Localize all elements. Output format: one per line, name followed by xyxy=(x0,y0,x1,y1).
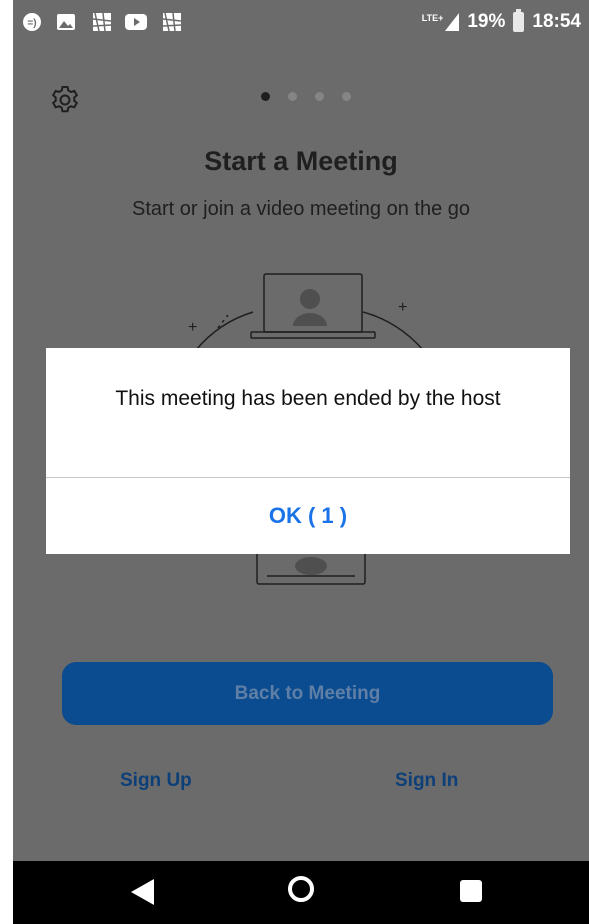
recents-square-icon[interactable] xyxy=(460,880,482,902)
back-triangle-icon[interactable] xyxy=(131,879,154,905)
signal-icon: LTE+ xyxy=(422,13,460,31)
meeting-ended-dialog: This meeting has been ended by the host … xyxy=(46,348,570,554)
gear-icon[interactable] xyxy=(49,84,81,116)
image-icon xyxy=(55,12,77,32)
sign-up-link[interactable]: Sign Up xyxy=(120,770,192,792)
chat-bubble-icon: =) xyxy=(21,12,43,32)
carousel-dot-3[interactable] xyxy=(315,92,324,101)
page-subtitle: Start or join a video meeting on the go xyxy=(132,198,470,220)
svg-text:+: + xyxy=(188,319,197,336)
sign-in-link[interactable]: Sign In xyxy=(395,770,458,792)
phone-screen: =) LTE+ 19% 18:54 Start a Meeting Start … xyxy=(13,0,589,924)
youtube-icon xyxy=(125,12,147,32)
app-icon xyxy=(161,12,183,32)
network-type: LTE+ xyxy=(421,13,444,23)
ok-button[interactable]: OK ( 1 ) xyxy=(46,478,570,554)
app-icon xyxy=(91,12,113,32)
home-circle-icon[interactable] xyxy=(288,876,314,902)
svg-text:=): =) xyxy=(27,18,36,29)
carousel-dot-2[interactable] xyxy=(288,92,297,101)
status-bar: =) LTE+ 19% 18:54 xyxy=(13,0,589,46)
battery-percent: 19% xyxy=(467,11,506,32)
carousel-dot-4[interactable] xyxy=(342,92,351,101)
svg-text:+: + xyxy=(398,299,407,316)
page-title: Start a Meeting xyxy=(204,146,398,176)
status-right: LTE+ 19% 18:54 xyxy=(422,9,581,33)
dialog-message: This meeting has been ended by the host xyxy=(115,387,501,410)
carousel-dot-1[interactable] xyxy=(261,92,270,101)
carousel-indicator xyxy=(261,92,351,101)
back-to-meeting-button[interactable]: Back to Meeting xyxy=(62,662,553,725)
battery-icon xyxy=(513,9,525,32)
clock: 18:54 xyxy=(532,11,581,32)
navigation-bar xyxy=(13,861,589,924)
